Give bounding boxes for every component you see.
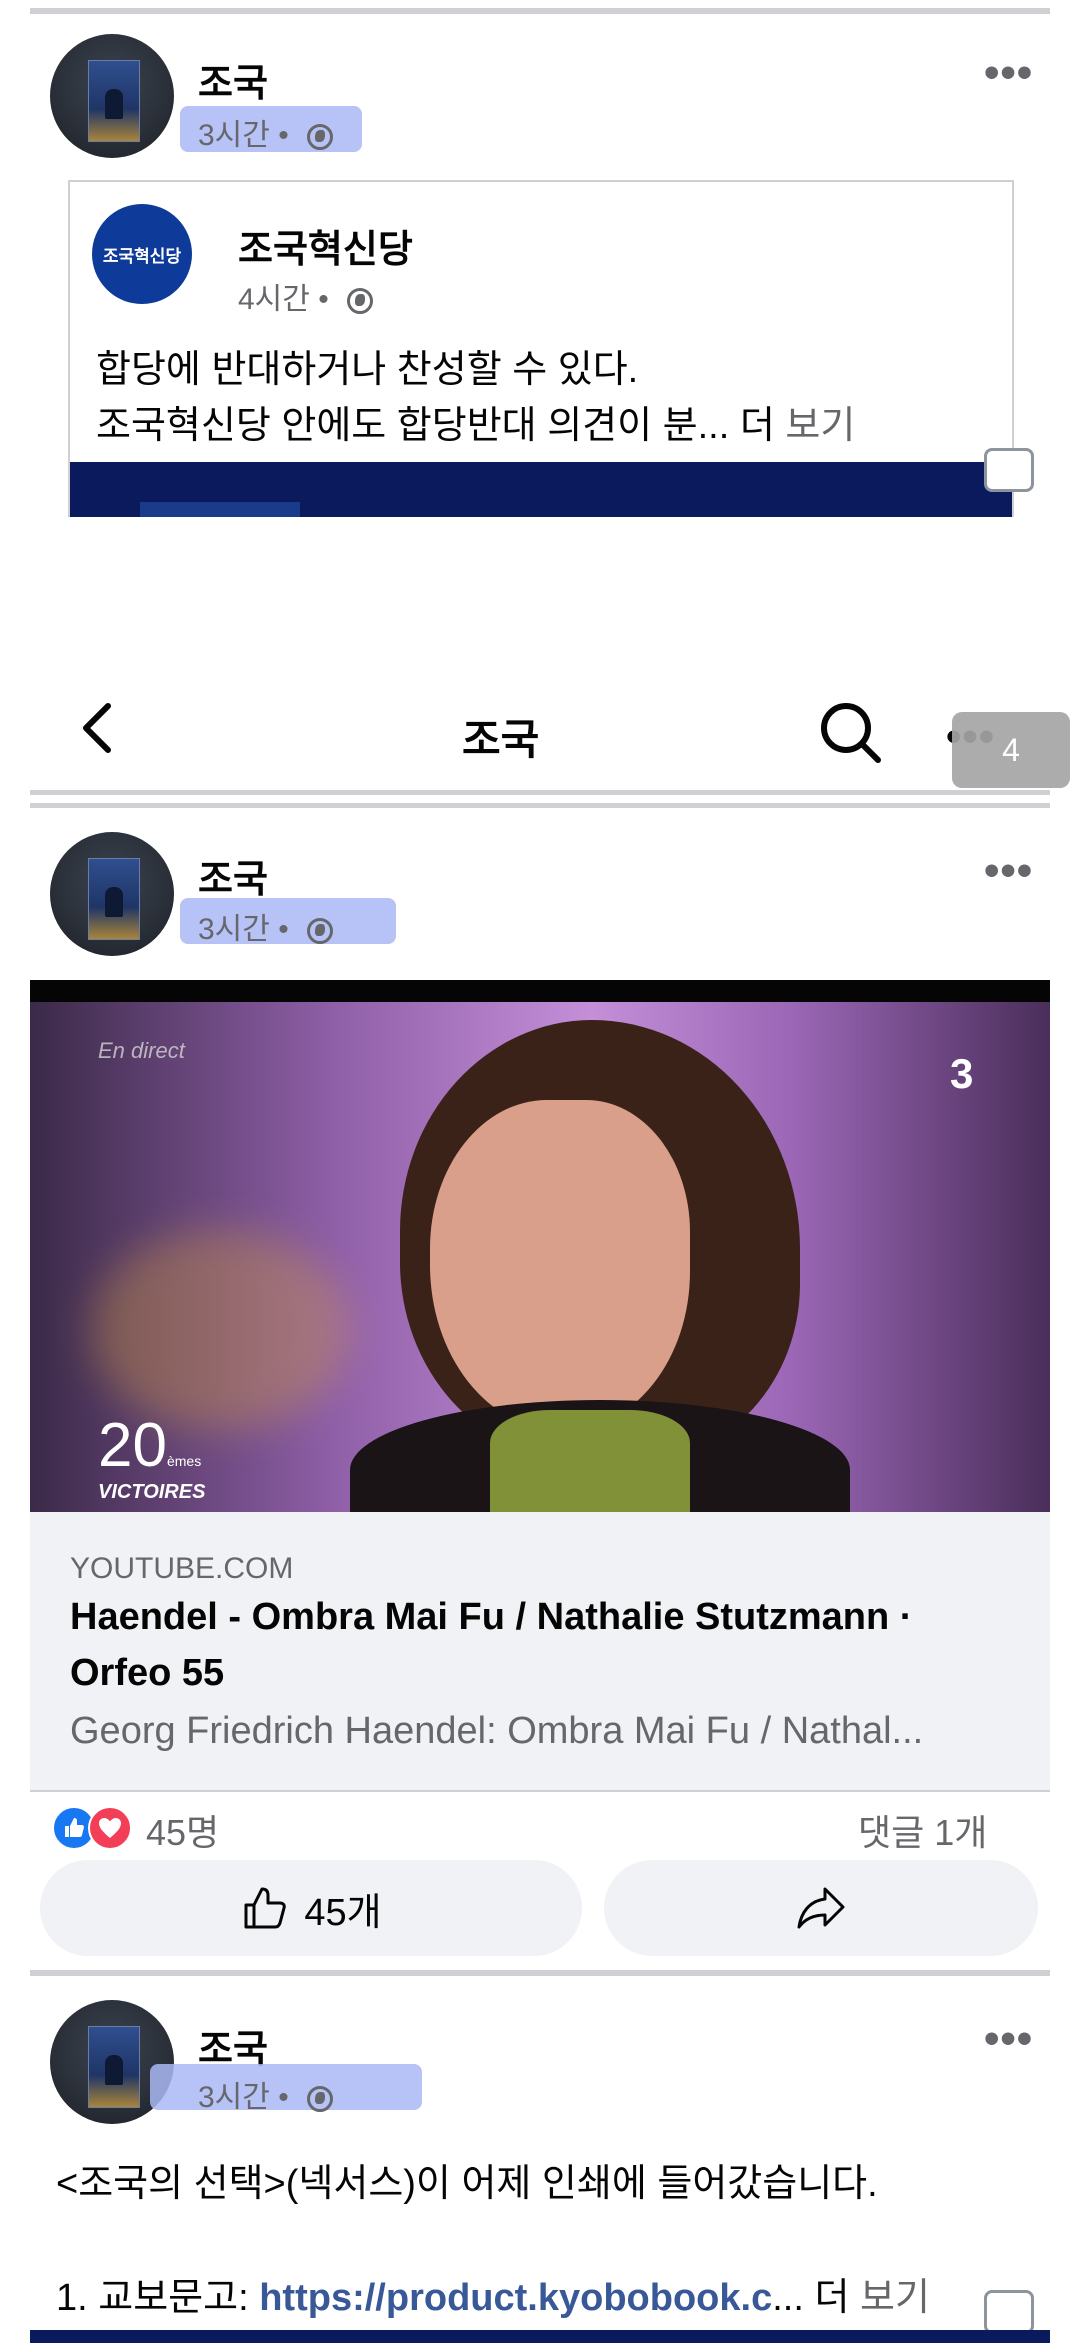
globe-icon [307,918,334,945]
globe-icon [307,124,334,151]
shared-post-image[interactable] [70,462,1012,517]
shared-author-avatar[interactable]: 조국혁신당 [92,204,192,304]
chat-bubble-icon[interactable] [984,2290,1034,2334]
book-cover-image [88,858,140,940]
shared-author-name[interactable]: 조국혁신당 [238,218,413,273]
video-blur-left [90,1230,350,1430]
author-avatar[interactable] [50,832,174,956]
link-title-line2: Orfeo 55 [70,1652,225,1694]
shared-post-time[interactable]: 4시간 [238,283,310,316]
back-icon[interactable] [78,700,118,756]
shared-post-line2: 조국혁신당 안에도 합당반대 의견이 분... 더 보기 [96,405,856,447]
post-time[interactable]: 3시간 [198,2081,270,2114]
link-description: Georg Friedrich Haendel: Ombra Mai Fu / … [70,1710,924,1752]
kyobobook-link[interactable]: https://product.kyobobook.c [259,2277,772,2319]
post-time[interactable]: 3시간 [198,913,270,946]
feed-separator [30,8,1050,14]
channel-logo: 3 [950,1050,974,1097]
more-options-icon[interactable]: ••• [984,48,1033,98]
chat-bubble-icon[interactable] [984,448,1034,492]
shared-post-meta: 4시간 • [238,274,374,318]
post-meta: 3시간 • [198,110,334,154]
post-meta: 3시간 • [198,2072,334,2116]
post-text-line1: <조국의 선택>(넥서스)이 어제 인쇄에 들어갔습니다. [56,2163,878,2205]
singer-face [430,1100,690,1430]
book-cover-image [88,60,140,142]
more-options-icon[interactable]: ••• [984,846,1033,896]
video-overlay-badge: 20èmes VICTOIRES [98,1411,206,1503]
video-overlay-text: En direct [98,1038,185,1063]
comment-count[interactable]: 댓글 1개 [858,1804,987,1856]
reaction-count[interactable]: 45명 [146,1804,219,1856]
thumbs-up-icon [240,1883,290,1933]
shared-post-line1: 합당에 반대하거나 찬성할 수 있다. [96,349,639,391]
post-image-preview[interactable] [30,2330,1050,2343]
post-meta: 3시간 • [198,904,334,948]
notification-badge[interactable]: 4 [952,712,1070,788]
link-preview[interactable]: YOUTUBE.COM Haendel - Ombra Mai Fu / Nat… [30,1512,1050,1790]
divider [30,1790,1050,1792]
share-icon [795,1885,847,1931]
video-thumbnail[interactable]: En direct 3 20èmes VICTOIRES [30,980,1050,1512]
singer-scarf [490,1410,690,1512]
author-name[interactable]: 조국 [198,52,268,107]
more-options-icon[interactable]: ••• [984,2014,1033,2064]
feed-separator [30,790,1050,795]
feed-separator [30,803,1050,808]
link-domain: YOUTUBE.COM [70,1552,294,1585]
shared-post-card[interactable]: 조국혁신당 조국혁신당 4시간 • 합당에 반대하거나 찬성할 수 있다. 조국… [68,180,1014,517]
globe-icon [347,288,374,315]
author-avatar[interactable] [50,34,174,158]
see-more-link[interactable]: 더 보기 [814,2277,929,2319]
love-reaction-icon [88,1806,132,1850]
like-button[interactable]: 45개 [40,1860,582,1956]
share-button[interactable] [604,1860,1038,1956]
search-icon[interactable] [818,700,884,766]
post-time[interactable]: 3시간 [198,119,270,152]
book-cover-image [88,2026,140,2108]
link-title-line1: Haendel - Ombra Mai Fu / Nathalie Stutzm… [70,1596,913,1638]
see-more-link[interactable]: 더 보기 [740,405,855,447]
page-title: 조국 [462,716,540,763]
author-name[interactable]: 조국 [198,848,268,903]
feed-separator [30,1970,1050,1976]
globe-icon [307,2086,334,2113]
post-text-line2: 1. 교보문고: https://product.kyobobook.c... … [56,2277,930,2319]
